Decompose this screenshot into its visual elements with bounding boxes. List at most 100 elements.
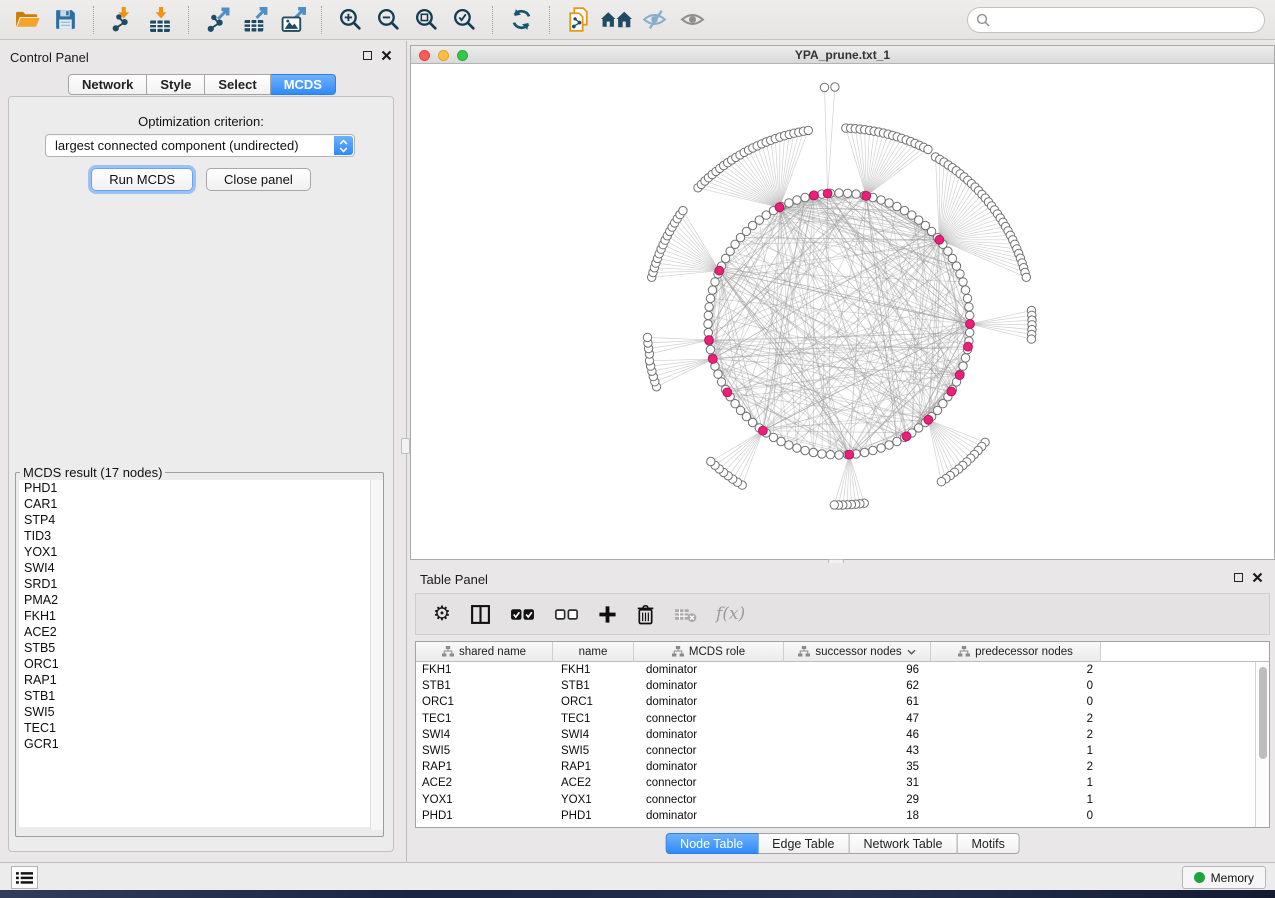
cell-MCDS-role[interactable]: connector xyxy=(634,745,784,757)
cell-shared-name[interactable]: PHD1 xyxy=(416,810,553,822)
mcds-node[interactable] xyxy=(705,336,714,345)
network-node[interactable] xyxy=(818,450,826,458)
mcds-result-item[interactable]: ACE2 xyxy=(19,624,380,640)
column-header-shared-name[interactable]: shared name xyxy=(416,642,553,662)
network-node[interactable] xyxy=(835,451,843,459)
cell-MCDS-role[interactable]: dominator xyxy=(634,729,784,741)
table-row[interactable]: PHD1PHD1dominator180 xyxy=(416,808,1269,824)
network-node[interactable] xyxy=(804,126,812,134)
mcds-node[interactable] xyxy=(759,426,768,435)
table-row[interactable]: ACE2ACE2connector311 xyxy=(416,775,1269,791)
task-history-button[interactable] xyxy=(11,866,38,889)
float-panel-icon[interactable] xyxy=(1234,573,1243,582)
table-row[interactable]: FKH1FKH1dominator962 xyxy=(416,662,1269,678)
cell-predecessor-nodes[interactable]: 0 xyxy=(931,680,1101,692)
network-node[interactable] xyxy=(877,196,885,204)
cell-successor-nodes[interactable]: 96 xyxy=(784,664,931,676)
tab-network-table[interactable]: Network Table xyxy=(850,833,958,854)
tab-edge-table[interactable]: Edge Table xyxy=(758,833,849,854)
cell-shared-name[interactable]: FKH1 xyxy=(416,664,553,676)
mcds-node[interactable] xyxy=(935,235,944,244)
network-node[interactable] xyxy=(959,362,967,370)
cell-shared-name[interactable]: TEC1 xyxy=(416,713,553,725)
mcds-node[interactable] xyxy=(823,189,832,198)
cell-successor-nodes[interactable]: 61 xyxy=(784,696,931,708)
cell-shared-name[interactable]: ACE2 xyxy=(416,777,553,789)
mcds-node[interactable] xyxy=(845,450,854,459)
show-columns-button[interactable] xyxy=(470,604,491,625)
tab-motifs[interactable]: Motifs xyxy=(957,833,1019,854)
cell-MCDS-role[interactable]: dominator xyxy=(634,680,784,692)
network-node[interactable] xyxy=(704,311,712,319)
cell-predecessor-nodes[interactable]: 1 xyxy=(931,794,1101,806)
network-node[interactable] xyxy=(831,83,839,91)
cell-predecessor-nodes[interactable]: 2 xyxy=(931,729,1101,741)
cell-successor-nodes[interactable]: 35 xyxy=(784,761,931,773)
tab-network[interactable]: Network xyxy=(68,74,147,95)
import-network-button[interactable] xyxy=(105,4,139,36)
table-row[interactable]: TEC1TEC1connector472 xyxy=(416,711,1269,727)
network-node[interactable] xyxy=(885,199,893,207)
mcds-result-item[interactable]: RAP1 xyxy=(19,672,380,688)
search-input[interactable] xyxy=(967,7,1265,33)
mcds-node[interactable] xyxy=(775,203,784,212)
cell-MCDS-role[interactable]: connector xyxy=(634,713,784,725)
cell-name[interactable]: ACE2 xyxy=(553,777,634,789)
cell-name[interactable]: FKH1 xyxy=(553,664,634,676)
duplicate-network-button[interactable] xyxy=(561,4,595,36)
mcds-result-item[interactable]: SWI4 xyxy=(19,560,380,576)
network-node[interactable] xyxy=(843,189,851,197)
cell-name[interactable]: SWI5 xyxy=(553,745,634,757)
cell-successor-nodes[interactable]: 46 xyxy=(784,729,931,741)
mcds-node[interactable] xyxy=(902,432,911,441)
cell-name[interactable]: STB1 xyxy=(553,680,634,692)
network-node[interactable] xyxy=(869,446,877,454)
zoom-in-button[interactable] xyxy=(333,4,367,36)
export-image-button[interactable] xyxy=(276,4,310,36)
network-node[interactable] xyxy=(835,189,843,197)
mcds-result-item[interactable]: TID3 xyxy=(19,528,380,544)
mcds-result-item[interactable]: GCR1 xyxy=(19,736,380,752)
table-row[interactable]: SWI4SWI4dominator462 xyxy=(416,727,1269,743)
network-node[interactable] xyxy=(826,451,834,459)
mcds-node[interactable] xyxy=(723,388,732,397)
show-graphics-details-button[interactable] xyxy=(675,4,709,36)
cell-successor-nodes[interactable]: 43 xyxy=(784,745,931,757)
cell-predecessor-nodes[interactable]: 1 xyxy=(931,777,1101,789)
table-scrollbar-thumb[interactable] xyxy=(1259,667,1267,759)
cell-shared-name[interactable]: SWI4 xyxy=(416,729,553,741)
import-table-button[interactable] xyxy=(143,4,177,36)
cell-predecessor-nodes[interactable]: 2 xyxy=(931,664,1101,676)
column-header-predecessor-nodes[interactable]: predecessor nodes xyxy=(931,642,1101,662)
network-node[interactable] xyxy=(704,320,712,328)
network-node[interactable] xyxy=(965,303,973,311)
network-node[interactable] xyxy=(877,444,885,452)
network-node[interactable] xyxy=(801,193,809,201)
cell-successor-nodes[interactable]: 31 xyxy=(784,777,931,789)
network-node[interactable] xyxy=(708,286,716,294)
network-node[interactable] xyxy=(801,446,809,454)
network-node[interactable] xyxy=(793,444,801,452)
network-node[interactable] xyxy=(961,286,969,294)
zoom-out-button[interactable] xyxy=(371,4,405,36)
cell-name[interactable]: PHD1 xyxy=(553,810,634,822)
network-node[interactable] xyxy=(1022,273,1030,281)
hide-graphics-details-button[interactable] xyxy=(637,4,671,36)
export-network-button[interactable] xyxy=(200,4,234,36)
tab-select[interactable]: Select xyxy=(205,74,270,95)
network-node[interactable] xyxy=(893,437,901,445)
cell-MCDS-role[interactable]: dominator xyxy=(634,664,784,676)
zoom-fit-button[interactable] xyxy=(409,4,443,36)
cell-predecessor-nodes[interactable]: 2 xyxy=(931,713,1101,725)
mcds-result-item[interactable]: FKH1 xyxy=(19,608,380,624)
network-node[interactable] xyxy=(707,457,715,465)
mcds-node[interactable] xyxy=(966,320,975,329)
splitter-grip[interactable] xyxy=(401,438,410,454)
network-node[interactable] xyxy=(924,145,932,153)
network-node[interactable] xyxy=(1027,335,1035,343)
cell-MCDS-role[interactable]: dominator xyxy=(634,696,784,708)
mcds-result-item[interactable]: PHD1 xyxy=(19,480,380,496)
column-header-MCDS-role[interactable]: MCDS role xyxy=(634,642,784,662)
network-node[interactable] xyxy=(952,262,960,270)
table-row[interactable]: YOX1YOX1connector291 xyxy=(416,792,1269,808)
